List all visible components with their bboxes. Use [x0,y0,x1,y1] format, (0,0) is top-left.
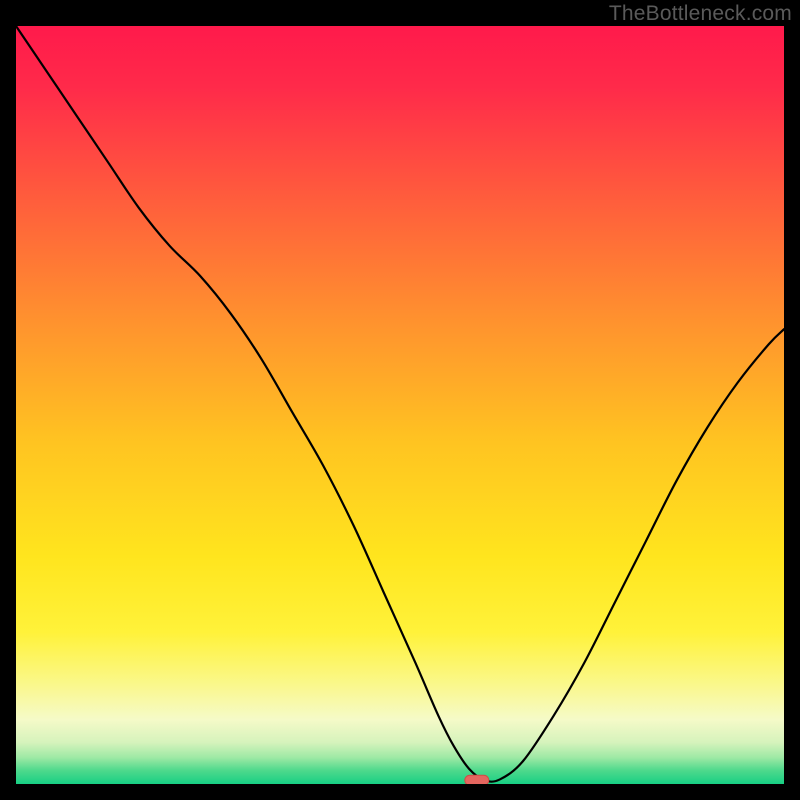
watermark-text: TheBottleneck.com [609,2,792,26]
chart-frame: TheBottleneck.com [0,0,800,800]
plot-area [16,26,784,784]
gradient-rect [16,26,784,784]
chart-svg [16,26,784,784]
optimum-marker [465,775,489,784]
